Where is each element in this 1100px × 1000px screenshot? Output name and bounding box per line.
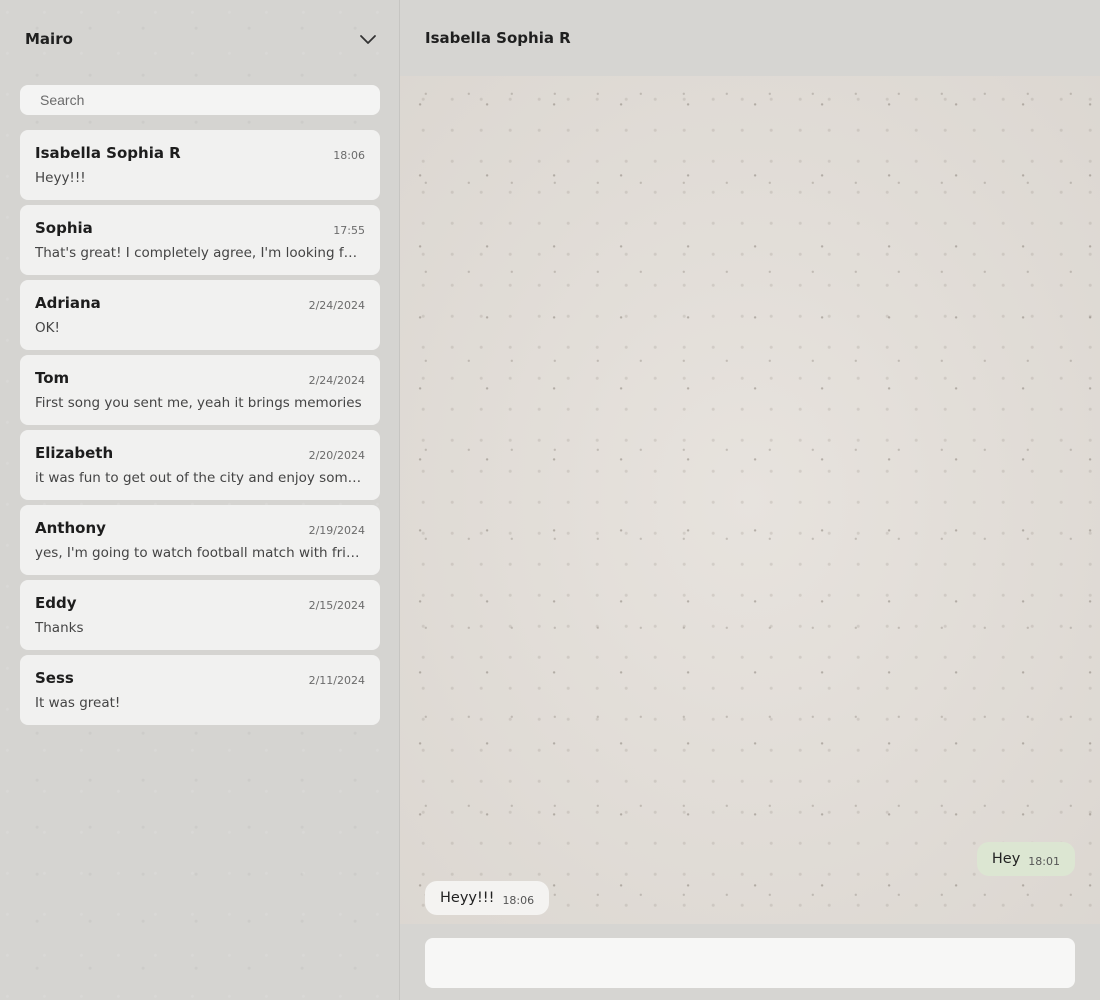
message-time: 18:06	[502, 893, 535, 907]
chat-list-item[interactable]: Isabella Sophia R 18:06 Heyy!!!	[20, 130, 380, 200]
conversation-header: Isabella Sophia R	[400, 0, 1100, 76]
outgoing-message[interactable]: Hey 18:01	[976, 842, 1075, 876]
search-input[interactable]	[20, 85, 380, 115]
chat-timestamp: 2/15/2024	[308, 599, 365, 612]
chat-contact-name: Sophia	[35, 219, 93, 237]
message-input[interactable]	[425, 938, 1075, 988]
chat-timestamp: 17:55	[333, 224, 365, 237]
composer	[400, 924, 1100, 1000]
chat-last-message: it was fun to get out of the city and en…	[35, 470, 365, 486]
chat-last-message: Heyy!!!	[35, 170, 86, 186]
chat-last-message: That's great! I completely agree, I'm lo…	[35, 245, 365, 261]
chat-last-message: It was great!	[35, 695, 121, 711]
chat-list-item[interactable]: Elizabeth 2/20/2024 it was fun to get ou…	[20, 430, 380, 500]
chat-contact-name: Tom	[35, 369, 70, 387]
chat-last-message: OK!	[35, 320, 60, 336]
chat-timestamp: 18:06	[333, 149, 365, 162]
chat-last-message: yes, I'm going to watch football match w…	[35, 545, 365, 561]
incoming-message[interactable]: Heyy!!! 18:06	[425, 881, 550, 915]
account-name: Mairo	[25, 30, 73, 48]
messages-area[interactable]: Hey 18:01 Heyy!!! 18:06	[400, 76, 1100, 924]
chat-timestamp: 2/24/2024	[308, 374, 365, 387]
chat-list-item[interactable]: Anthony 2/19/2024 yes, I'm going to watc…	[20, 505, 380, 575]
chat-list-item[interactable]: Tom 2/24/2024 First song you sent me, ye…	[20, 355, 380, 425]
chat-list-item[interactable]: Sophia 17:55 That's great! I completely …	[20, 205, 380, 275]
messenger-app: Mairo Isabella Sophia R 18:06 Heyy!!! So…	[0, 0, 1100, 1000]
chat-list-item[interactable]: Sess 2/11/2024 It was great!	[20, 655, 380, 725]
message-time: 18:01	[1028, 854, 1060, 868]
message-text: Hey	[991, 851, 1021, 867]
chat-list: Isabella Sophia R 18:06 Heyy!!! Sophia 1…	[20, 130, 380, 730]
conversation-pane: Isabella Sophia R Hey 18:01 Heyy!!! 18:0…	[400, 0, 1100, 1000]
chat-contact-name: Sess	[35, 669, 74, 687]
chat-timestamp: 2/24/2024	[308, 299, 365, 312]
chat-list-item[interactable]: Adriana 2/24/2024 OK!	[20, 280, 380, 350]
chat-contact-name: Isabella Sophia R	[35, 144, 181, 162]
sidebar-header: Mairo	[0, 0, 399, 78]
conversation-title: Isabella Sophia R	[425, 29, 571, 47]
chat-timestamp: 2/11/2024	[308, 674, 365, 687]
chat-contact-name: Adriana	[35, 294, 101, 312]
chat-contact-name: Elizabeth	[35, 444, 114, 462]
message-text: Heyy!!!	[440, 890, 495, 906]
chat-timestamp: 2/20/2024	[308, 449, 365, 462]
chat-timestamp: 2/19/2024	[308, 524, 365, 537]
chat-list-item[interactable]: Eddy 2/15/2024 Thanks	[20, 580, 380, 650]
chat-contact-name: Eddy	[35, 594, 77, 612]
chat-last-message: First song you sent me, yeah it brings m…	[35, 395, 362, 411]
chat-contact-name: Anthony	[35, 519, 106, 537]
sidebar: Mairo Isabella Sophia R 18:06 Heyy!!! So…	[0, 0, 400, 1000]
chevron-down-icon[interactable]	[358, 30, 378, 50]
chat-last-message: Thanks	[35, 620, 84, 636]
